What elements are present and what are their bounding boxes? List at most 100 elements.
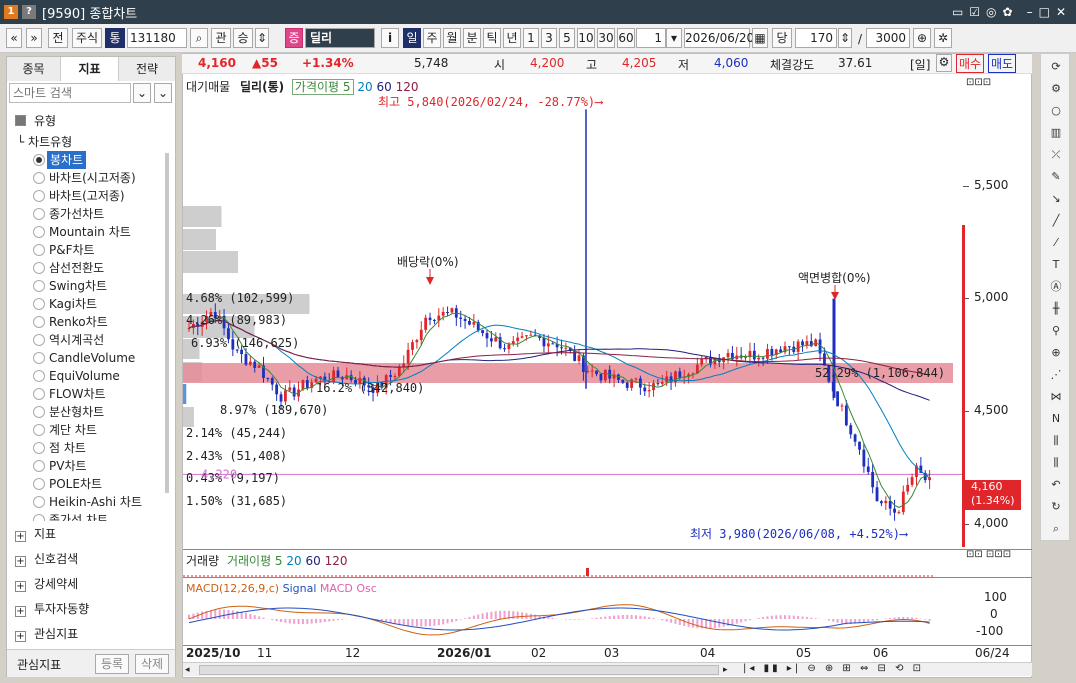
grid-lines-icon[interactable]: ⫼ [1047,454,1065,472]
stock-code-input[interactable]: 131180 [127,28,187,48]
chevron-down-icon[interactable]: ⌄ [133,83,151,103]
radio-icon[interactable] [33,352,45,364]
radio-icon[interactable] [33,154,45,166]
radio-icon[interactable] [33,514,45,521]
radio-icon[interactable] [33,208,45,220]
interval-input[interactable]: 1 [636,28,666,48]
camera-icon[interactable]: ◎ [986,5,996,19]
period-button[interactable]: 분 [463,28,481,48]
radio-icon[interactable] [33,298,45,310]
redo-icon[interactable]: ↻ [1047,498,1065,516]
expand-icon[interactable]: + [15,606,26,617]
radio-icon[interactable] [33,172,45,184]
expand-icon[interactable]: + [15,581,26,592]
pattern-icon[interactable]: ⋰ [1047,366,1065,384]
section-1[interactable]: + 신호검색 [15,548,78,570]
interval-button[interactable]: 60 [617,28,635,48]
candle-icon[interactable]: ╫ [1047,300,1065,318]
interval-button[interactable]: 30 [597,28,615,48]
playback-controls[interactable]: |◂ ▮▮ ▸| ⊖ ⊕ ⊞ ⇔ ⊟ ⟲ ⊡ [743,663,924,674]
count-input[interactable]: 170 [795,28,837,48]
nav-prev-button[interactable]: « [6,28,22,48]
approve-button[interactable]: 승 [233,28,253,48]
cross-line-icon[interactable]: ⤫ [1047,146,1065,164]
price-chart[interactable]: 4.68% (102,599) 4.26% (89,983) 6.93% (146,… [183,92,963,548]
nav-next-button[interactable]: » [26,28,42,48]
interval-button[interactable]: 1 [523,28,539,48]
close-icon[interactable]: ✕ [1056,5,1066,19]
n-wave-icon[interactable]: N [1047,410,1065,428]
radio-icon[interactable] [33,424,45,436]
radio-icon[interactable] [33,478,45,490]
auto-line-icon[interactable]: ⁄ [1047,234,1065,252]
gear-icon[interactable]: ⚙ [1047,80,1065,98]
minimize-icon[interactable]: – [1027,5,1033,19]
collapse-icon[interactable]: ⌄ [154,83,172,103]
section-4[interactable]: + 관심지표 [15,623,78,645]
integrated-button[interactable]: 통 [105,28,125,48]
undo-icon[interactable]: ↶ [1047,476,1065,494]
macd-chart[interactable] [183,594,963,644]
section-0[interactable]: + 지표 [15,523,56,545]
maximize-icon[interactable]: □ [1039,5,1050,19]
chevron-down-icon[interactable]: ▾ [666,28,682,48]
save-icon[interactable]: ☑ [969,5,980,19]
period-button[interactable]: 주 [423,28,441,48]
interval-button[interactable]: 5 [559,28,575,48]
spin-icon[interactable]: ⇕ [255,28,269,48]
current-button[interactable]: 당 [772,28,792,48]
total-input[interactable]: 3000 [866,28,910,48]
volume-axis-toggle[interactable]: ⊡⊡ ⊡⊡⊡ [966,549,1011,560]
all-icon[interactable]: Ⓐ [1047,278,1065,296]
search-icon[interactable]: ⌕ [1047,520,1065,538]
buy-button[interactable]: 매수 [956,54,985,73]
type-section[interactable]: 유형 [15,111,56,131]
tab-indicator[interactable]: 지표 [61,57,119,81]
date-input[interactable]: 2026/06/20 [684,28,754,48]
period-button[interactable]: 월 [443,28,461,48]
period-button[interactable]: 년 [503,28,521,48]
radio-icon[interactable] [33,388,45,400]
radio-icon[interactable] [33,262,45,274]
radio-icon[interactable] [33,370,45,382]
list-scrollbar[interactable] [165,153,169,493]
radio-icon[interactable] [33,190,45,202]
expand-icon[interactable]: + [15,631,26,642]
trend-icon[interactable]: ↘ [1047,190,1065,208]
magnifier-icon[interactable]: ⚲ [1047,322,1065,340]
settings-icon[interactable]: ✿ [1003,5,1013,19]
help-icon[interactable]: ? [22,5,36,19]
zoom-icon[interactable]: ⊕ [1047,344,1065,362]
radio-icon[interactable] [33,280,45,292]
chart-scrollbar[interactable]: ◂ ▸ |◂ ▮▮ ▸| ⊖ ⊕ ⊞ ⇔ ⊟ ⟲ ⊡ [183,662,1032,676]
scroll-right-icon[interactable]: ▸ [723,665,735,675]
interval-button[interactable]: 3 [541,28,557,48]
radio-icon[interactable] [33,226,45,238]
pen-icon[interactable]: ✎ [1047,168,1065,186]
tab-strategy[interactable]: 전략 [119,57,175,81]
zoom-in-icon[interactable]: ⊕ [913,28,931,48]
settings-icon[interactable]: ⚙ [936,54,952,72]
radio-icon[interactable] [33,316,45,328]
chart-icon[interactable]: ▥ [1047,124,1065,142]
circle-icon[interactable]: ○ [1047,102,1065,120]
radio-icon[interactable] [33,334,45,346]
watch-button[interactable]: 관 [211,28,231,48]
grid-icon[interactable]: ⫼ [1047,432,1065,450]
radio-icon[interactable] [33,442,45,454]
tab-stock[interactable]: 종목 [7,57,61,81]
delete-button[interactable]: 삭제 [135,654,169,674]
period-button[interactable]: 일 [403,28,421,48]
search-icon[interactable]: ⌕ [190,28,208,48]
period-button[interactable]: 틱 [483,28,501,48]
axis-toggle-icon[interactable]: ⊡⊡⊡ [966,77,991,88]
radio-icon[interactable] [33,496,45,508]
smart-search-input[interactable] [9,83,131,103]
scroll-thumb[interactable] [199,665,719,675]
interval-button[interactable]: 10 [577,28,595,48]
section-2[interactable]: + 강세약세 [15,573,78,595]
count-spin-icon[interactable]: ⇕ [838,28,852,48]
expand-icon[interactable]: + [15,556,26,567]
section-3[interactable]: + 투자자동향 [15,598,89,620]
line-icon[interactable]: ╱ [1047,212,1065,230]
